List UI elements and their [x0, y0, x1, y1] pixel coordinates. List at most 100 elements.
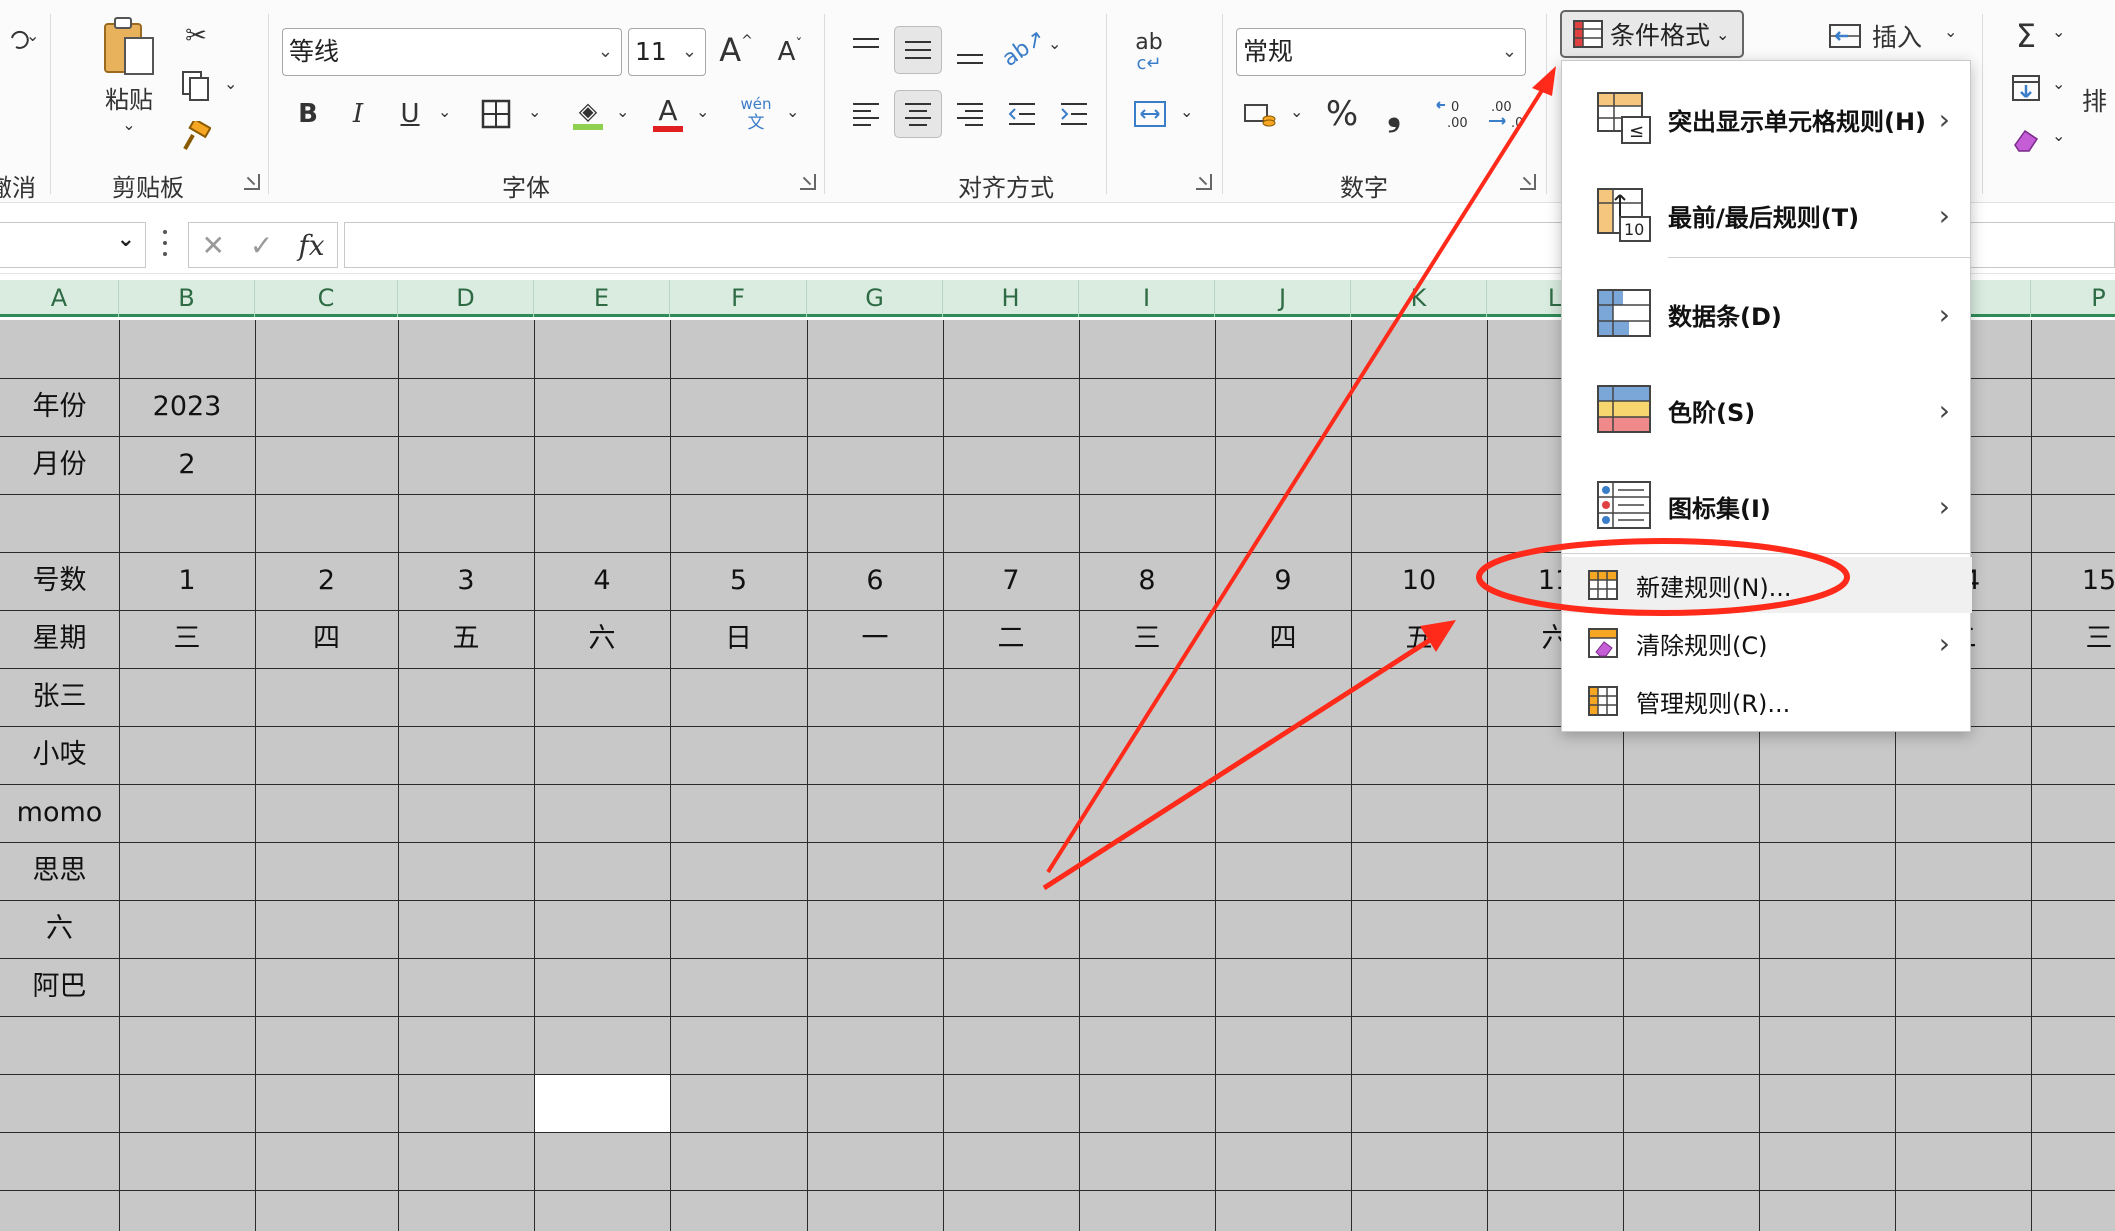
enter-icon[interactable]: ✓ [250, 229, 273, 262]
cell-weekday[interactable]: 三 [119, 610, 255, 667]
cell-weekday[interactable]: 五 [1351, 610, 1487, 667]
cell-name[interactable]: 六 [0, 900, 119, 957]
cell-name[interactable]: 思思 [0, 842, 119, 899]
number-format-combo[interactable]: 常规 ⌄ [1236, 28, 1526, 76]
column-header-a[interactable]: A [0, 280, 119, 317]
fill-caret-icon[interactable]: ⌄ [2052, 74, 2065, 93]
column-header-e[interactable]: E [534, 280, 670, 317]
paste-button[interactable]: 粘贴 ⌄ [94, 14, 164, 134]
comma-style-button[interactable]: ❟ [1374, 92, 1414, 136]
align-left-button[interactable] [846, 92, 886, 136]
cell-weekday[interactable]: 五 [398, 610, 534, 667]
increase-indent-button[interactable] [1054, 92, 1094, 136]
percent-style-button[interactable]: % [1322, 92, 1362, 136]
column-header-g[interactable]: G [807, 280, 943, 317]
cell-day-number[interactable]: 4 [534, 552, 670, 609]
font-size-combo[interactable]: 11 ⌄ [628, 28, 706, 76]
cancel-icon[interactable]: ✕ [201, 229, 224, 262]
menu-item-top-bottom-rules[interactable]: 10 最前/最后规则(T) › [1562, 175, 1972, 255]
number-launcher-icon[interactable] [1520, 174, 1536, 190]
cell-name[interactable]: momo [0, 784, 119, 841]
fill-button[interactable] [2006, 66, 2046, 110]
cell-weekday[interactable]: 四 [1215, 610, 1351, 667]
cell-month-value[interactable]: 2 [119, 436, 255, 493]
align-right-button[interactable] [950, 92, 990, 136]
font-name-combo[interactable]: 等线 ⌄ [282, 28, 622, 76]
merge-caret-icon[interactable]: ⌄ [1180, 102, 1193, 121]
underline-caret-icon[interactable]: ⌄ [438, 102, 451, 121]
column-header-c[interactable]: C [255, 280, 398, 317]
align-top-button[interactable] [846, 26, 886, 70]
cell-name[interactable]: 小吱 [0, 726, 119, 783]
orientation-button[interactable]: ab↗ [998, 25, 1050, 72]
font-color-button[interactable]: A [648, 92, 688, 136]
sort-filter-button[interactable]: 排 [2082, 80, 2115, 120]
format-painter-button[interactable] [178, 118, 214, 154]
cell-name[interactable]: 张三 [0, 668, 119, 725]
cell-weekday[interactable]: 三 [2031, 610, 2115, 667]
orientation-caret-icon[interactable]: ⌄ [1048, 34, 1061, 53]
cell-year-label[interactable]: 年份 [0, 378, 119, 435]
cell-day-number[interactable]: 2 [255, 552, 398, 609]
insert-function-button[interactable]: fx [298, 229, 324, 262]
menu-item-manage-rules[interactable]: 管理规则(R)... [1562, 673, 1972, 729]
cell-name[interactable]: 阿巴 [0, 958, 119, 1015]
increase-decimal-button[interactable]: 0.00 [1432, 92, 1476, 136]
menu-item-clear-rules[interactable]: 清除规则(C) › [1562, 615, 1972, 671]
cell-day-number[interactable]: 7 [943, 552, 1079, 609]
menu-item-color-scales[interactable]: 色阶(S) › [1562, 367, 1972, 453]
copy-button[interactable] [178, 68, 214, 104]
cell-day-number[interactable]: 8 [1079, 552, 1215, 609]
undo-caret-icon[interactable]: ⌄ [26, 26, 39, 45]
cell-weekday[interactable]: 二 [943, 610, 1079, 667]
decrease-indent-button[interactable] [1002, 92, 1042, 136]
menu-item-data-bars[interactable]: 数据条(D) › [1562, 271, 1972, 357]
cell-weekday[interactable]: 六 [534, 610, 670, 667]
menu-item-icon-sets[interactable]: 图标集(I) › [1562, 463, 1972, 549]
borders-caret-icon[interactable]: ⌄ [528, 102, 541, 121]
menu-item-highlight-cells-rules[interactable]: ≤ 突出显示单元格规则(H) › [1562, 79, 1972, 159]
accounting-caret-icon[interactable]: ⌄ [1290, 102, 1303, 121]
conditional-formatting-button[interactable]: 条件格式 ⌄ [1560, 10, 1744, 58]
cut-button[interactable]: ✂ [178, 18, 214, 54]
align-bottom-button[interactable] [950, 30, 990, 74]
underline-button[interactable]: U [392, 94, 428, 134]
cell-month-label[interactable]: 月份 [0, 436, 119, 493]
fill-color-caret-icon[interactable]: ⌄ [616, 102, 629, 121]
cell-weekday[interactable]: 一 [807, 610, 943, 667]
cell-day-number[interactable]: 6 [807, 552, 943, 609]
column-header-k[interactable]: K [1351, 280, 1487, 317]
column-header-b[interactable]: B [119, 280, 255, 317]
column-header-f[interactable]: F [670, 280, 807, 317]
active-cell[interactable] [535, 1075, 670, 1132]
clipboard-launcher-icon[interactable] [244, 174, 260, 190]
copy-caret-icon[interactable]: ⌄ [224, 74, 237, 93]
cell-year-value[interactable]: 2023 [119, 378, 255, 435]
decrease-decimal-button[interactable]: .00.0 [1484, 92, 1528, 136]
font-color-caret-icon[interactable]: ⌄ [696, 102, 709, 121]
alignment-launcher-icon[interactable] [1196, 174, 1212, 190]
menu-item-new-rule[interactable]: 新建规则(N)... [1562, 557, 1972, 613]
increase-font-size-button[interactable]: A ^ [716, 28, 756, 72]
cell-day-label[interactable]: 号数 [0, 552, 119, 609]
column-header-h[interactable]: H [943, 280, 1079, 317]
insert-caret-icon[interactable]: ⌄ [1944, 22, 1957, 41]
cell-day-number[interactable]: 1 [119, 552, 255, 609]
name-box[interactable]: ⌄ [0, 222, 146, 268]
align-center-button[interactable] [894, 90, 942, 138]
cell-weekday[interactable]: 三 [1079, 610, 1215, 667]
merge-center-button[interactable] [1128, 94, 1172, 134]
align-middle-button[interactable] [894, 26, 942, 74]
font-launcher-icon[interactable] [800, 174, 816, 190]
cell-day-number[interactable]: 3 [398, 552, 534, 609]
clear-button[interactable] [2006, 118, 2046, 162]
autosum-caret-icon[interactable]: ⌄ [2052, 22, 2065, 41]
cell-day-number[interactable]: 10 [1351, 552, 1487, 609]
cell-day-number[interactable]: 9 [1215, 552, 1351, 609]
fill-color-button[interactable]: ◈ [568, 92, 608, 136]
phonetic-button[interactable]: wén 文 [738, 92, 774, 136]
column-header-p[interactable]: P [2031, 280, 2115, 317]
clear-caret-icon[interactable]: ⌄ [2052, 126, 2065, 145]
wrap-text-button[interactable]: ab c↵ [1126, 28, 1172, 78]
cell-weekday-label[interactable]: 星期 [0, 610, 119, 667]
